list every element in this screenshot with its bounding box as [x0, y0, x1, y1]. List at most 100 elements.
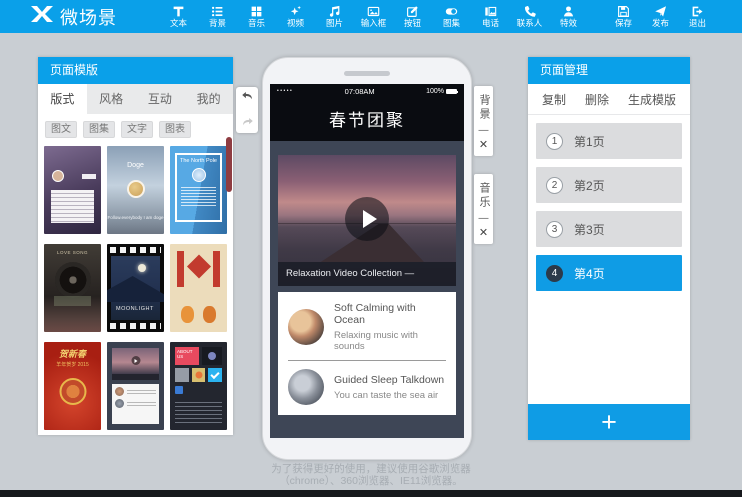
- signal-dots-icon: •••••: [277, 89, 293, 94]
- person-icon: [562, 5, 575, 18]
- close-icon[interactable]: ✕: [479, 140, 488, 150]
- page-item-3[interactable]: 3 第3页: [536, 211, 682, 247]
- template-thumbnail-he-xin-chun[interactable]: 贺新春 羊年贺岁 2015: [44, 342, 101, 430]
- moon: [138, 264, 146, 272]
- background-layer-tab[interactable]: 背景 — ✕: [474, 86, 493, 156]
- page-actions: 复制 删除 生成模版: [528, 84, 690, 115]
- minimize-icon[interactable]: —: [479, 215, 489, 223]
- minimize-icon[interactable]: —: [479, 127, 489, 135]
- video-element[interactable]: Relaxation Video Collection —: [278, 155, 456, 286]
- app-logo: 微场景: [30, 4, 117, 30]
- template-tabs: 版式 风格 互动 我的: [38, 84, 233, 114]
- template-thumbnail-video-collection[interactable]: [107, 342, 164, 430]
- publish-button[interactable]: 发布: [642, 0, 679, 33]
- tab-layout[interactable]: 版式: [38, 84, 87, 114]
- playlist-card: Soft Calming with Ocean Relaxing music w…: [278, 292, 456, 415]
- toolbar-item-contacts[interactable]: 联系人: [510, 0, 549, 33]
- image-icon: [367, 5, 380, 18]
- page-number-badge: 4: [546, 265, 563, 282]
- phone-screen-header: ••••• 07:08AM 100% 春节团聚: [270, 84, 464, 141]
- copy-button[interactable]: 复制: [542, 91, 566, 108]
- check-tile: [208, 368, 222, 382]
- video-caption: Relaxation Video Collection —: [278, 262, 456, 286]
- music-layer-tab[interactable]: 音乐 — ✕: [474, 174, 493, 244]
- toolbar-components-group: 文本 背景 音乐 视频 图片 输入框 按钮 图集: [159, 0, 588, 33]
- gallery-icon: [484, 5, 497, 18]
- page-templates-title: 页面模版: [38, 57, 233, 84]
- tab-style[interactable]: 风格: [87, 84, 136, 114]
- delete-button[interactable]: 删除: [585, 91, 609, 108]
- template-thumbnail-moonlight[interactable]: MOONLIGHT: [107, 244, 164, 332]
- status-time: 07:08AM: [293, 87, 426, 96]
- toolbar-item-input-box[interactable]: 输入框: [354, 0, 393, 33]
- headphones-tile: [175, 368, 189, 382]
- toolbar-item-text[interactable]: 文本: [159, 0, 198, 33]
- phone-tile: [202, 347, 222, 365]
- toolbar-item-gallery[interactable]: 图集: [432, 0, 471, 33]
- phone-screen[interactable]: ••••• 07:08AM 100% 春节团聚 Relaxation Video…: [270, 84, 464, 438]
- template-thumbnail-new-year-couplets[interactable]: [170, 244, 227, 332]
- page-item-1[interactable]: 1 第1页: [536, 123, 682, 159]
- page-number-badge: 3: [546, 221, 563, 238]
- close-icon[interactable]: ✕: [479, 228, 488, 238]
- templates-scrollbar[interactable]: [226, 137, 232, 192]
- playlist-item[interactable]: Soft Calming with Ocean Relaxing music w…: [278, 298, 456, 356]
- template-thumbnail-north-pole[interactable]: The North Pole: [170, 146, 227, 234]
- save-button[interactable]: 保存: [605, 0, 642, 33]
- filter-chart[interactable]: 图表: [159, 121, 191, 138]
- list-icon: [211, 5, 224, 18]
- ocean-thumbnail: [288, 309, 324, 345]
- page-templates-panel: 页面模版 版式 风格 互动 我的 图文 图集 文字 图表 Doge Follow…: [38, 57, 233, 435]
- toolbar-item-button[interactable]: 按钮: [393, 0, 432, 33]
- template-thumbnail-about-us[interactable]: ABOUT US: [170, 342, 227, 430]
- page-number-badge: 1: [546, 133, 563, 150]
- page-item-2[interactable]: 2 第2页: [536, 167, 682, 203]
- filter-gallery[interactable]: 图集: [83, 121, 115, 138]
- page-management-title: 页面管理: [528, 57, 690, 84]
- play-button[interactable]: [345, 197, 389, 241]
- toolbar-item-video[interactable]: 视频: [276, 0, 315, 33]
- template-thumbnail-love-song[interactable]: LOVE SONG: [44, 244, 101, 332]
- tab-mine[interactable]: 我的: [184, 84, 233, 114]
- exit-button[interactable]: 退出: [679, 0, 716, 33]
- template-thumbnail-quote-card[interactable]: [44, 146, 101, 234]
- add-page-button[interactable]: +: [528, 404, 690, 440]
- page-item-4[interactable]: 4 第4页: [536, 255, 682, 291]
- grid-icon: [250, 5, 263, 18]
- toolbar-actions-group: 保存 发布 退出: [605, 0, 716, 33]
- avatar: [52, 170, 64, 182]
- magic-stars-icon: [289, 5, 302, 18]
- battery-icon: [446, 89, 457, 94]
- avatar: [127, 180, 145, 198]
- bottom-bar: [0, 490, 742, 497]
- template-filters: 图文 图集 文字 图表: [38, 114, 233, 142]
- phone-speaker: [344, 71, 390, 76]
- logo-text: 微场景: [60, 4, 117, 30]
- playlist-item[interactable]: Guided Sleep Talkdown You can taste the …: [278, 365, 456, 409]
- template-grid: Doge Follow.everybody I am doge The Nort…: [38, 142, 233, 430]
- toolbar-item-picture[interactable]: 图片: [315, 0, 354, 33]
- undo-redo-box: [236, 87, 258, 133]
- text-icon: [172, 5, 185, 18]
- filter-text[interactable]: 文字: [121, 121, 153, 138]
- generate-template-button[interactable]: 生成模版: [628, 91, 676, 108]
- top-toolbar: 微场景 文本 背景 音乐 视频 图片 输入框 按钮: [0, 0, 742, 33]
- toolbar-item-effects[interactable]: 特效: [549, 0, 588, 33]
- toolbar-item-phone[interactable]: 电话: [471, 0, 510, 33]
- chat-tile: [192, 368, 206, 382]
- toolbar-item-background[interactable]: 背景: [198, 0, 237, 33]
- filter-image-text[interactable]: 图文: [45, 121, 77, 138]
- edit-icon: [406, 5, 419, 18]
- vinyl-disc: [55, 262, 91, 298]
- toolbar-item-music[interactable]: 音乐: [237, 0, 276, 33]
- page-management-panel: 页面管理 复制 删除 生成模版 1 第1页 2 第2页 3 第3页 4 第4页 …: [528, 57, 690, 440]
- phone-icon: [523, 5, 536, 18]
- template-thumbnail-doge[interactable]: Doge Follow.everybody I am doge: [107, 146, 164, 234]
- browser-recommendation-note: 为了获得更好的使用，建议使用谷歌浏览器 （chrome）、360浏览器、IE11…: [0, 463, 742, 487]
- undo-icon[interactable]: [241, 88, 254, 106]
- play-icon: [363, 210, 377, 228]
- page-list: 1 第1页 2 第2页 3 第3页 4 第4页: [528, 115, 690, 307]
- tab-interactive[interactable]: 互动: [136, 84, 185, 114]
- music-note-icon: [328, 5, 341, 18]
- redo-icon[interactable]: [241, 114, 254, 132]
